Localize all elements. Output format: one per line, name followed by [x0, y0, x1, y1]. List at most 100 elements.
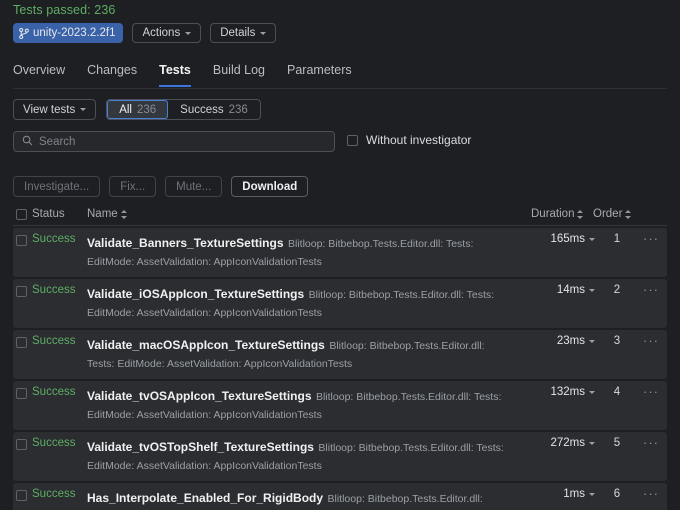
filter-all-count: 236	[137, 104, 156, 116]
filter-success-label: Success	[180, 104, 223, 116]
mute-button[interactable]: Mute...	[165, 176, 222, 197]
row-duration-value: 272ms	[550, 437, 585, 449]
branch-badge[interactable]: unity-2023.2.2f1	[13, 23, 123, 43]
search-icon	[22, 133, 33, 151]
row-order: 3	[609, 335, 625, 347]
column-header-order[interactable]: Order	[593, 208, 632, 220]
status-filter-group: All 236 Success 236	[106, 99, 261, 120]
table-header-divider	[13, 225, 667, 226]
chevron-down-icon	[589, 391, 595, 394]
view-tests-label: View tests	[23, 104, 75, 116]
row-more-menu-icon[interactable]: ···	[643, 385, 659, 399]
build-toolbar: unity-2023.2.2f1 Actions Details	[13, 23, 276, 43]
table-row[interactable]: Success Validate_tvOSAppIcon_TextureSett…	[13, 381, 667, 430]
row-status: Success	[32, 386, 75, 398]
table-row[interactable]: Success Validate_macOSAppIcon_TextureSet…	[13, 330, 667, 379]
actions-label: Actions	[142, 27, 180, 39]
column-header-duration-label: Duration	[531, 208, 574, 220]
row-more-menu-icon[interactable]: ···	[643, 283, 659, 297]
row-name-cell: Validate_macOSAppIcon_TextureSettings Bl…	[87, 336, 507, 372]
row-more-menu-icon[interactable]: ···	[643, 334, 659, 348]
row-checkbox[interactable]	[16, 439, 27, 450]
select-all-header[interactable]	[16, 209, 27, 220]
column-header-name-label: Name	[87, 208, 118, 220]
row-duration-value: 132ms	[550, 386, 585, 398]
row-status: Success	[32, 284, 75, 296]
action-button-row: Investigate... Fix... Mute... Download	[13, 176, 308, 197]
tab-tests[interactable]: Tests	[159, 63, 191, 87]
chevron-down-icon	[589, 340, 595, 343]
chevron-down-icon	[589, 493, 595, 496]
filter-success[interactable]: Success 236	[168, 100, 260, 119]
row-test-name: Validate_iOSAppIcon_TextureSettings	[87, 287, 304, 301]
row-name-cell: Validate_tvOSAppIcon_TextureSettings Bli…	[87, 387, 507, 423]
row-checkbox[interactable]	[16, 490, 27, 501]
row-more-menu-icon[interactable]: ···	[643, 232, 659, 246]
search-box[interactable]	[13, 131, 335, 152]
search-input[interactable]	[39, 136, 326, 148]
tab-parameters[interactable]: Parameters	[287, 63, 352, 87]
details-label: Details	[220, 27, 255, 39]
row-more-menu-icon[interactable]: ···	[643, 436, 659, 450]
select-all-checkbox[interactable]	[16, 209, 27, 220]
sort-icon[interactable]	[577, 209, 584, 220]
filter-success-count: 236	[229, 104, 248, 116]
table-row[interactable]: Success Has_Interpolate_Enabled_For_Rigi…	[13, 483, 667, 510]
row-test-name: Validate_Banners_TextureSettings	[87, 236, 284, 250]
table-row[interactable]: Success Validate_tvOSTopShelf_TextureSet…	[13, 432, 667, 481]
tab-overview[interactable]: Overview	[13, 63, 65, 87]
row-duration[interactable]: 165ms	[550, 233, 595, 245]
row-duration[interactable]: 14ms	[557, 284, 595, 296]
chevron-down-icon	[589, 442, 595, 445]
row-checkbox[interactable]	[16, 388, 27, 399]
without-investigator-checkbox[interactable]	[347, 135, 358, 146]
row-checkbox[interactable]	[16, 235, 27, 246]
row-order: 1	[609, 233, 625, 245]
row-status: Success	[32, 488, 75, 500]
git-branch-icon	[19, 28, 29, 39]
row-order: 2	[609, 284, 625, 296]
row-duration-value: 14ms	[557, 284, 585, 296]
column-header-order-label: Order	[593, 208, 622, 220]
table-row[interactable]: Success Validate_iOSAppIcon_TextureSetti…	[13, 279, 667, 328]
tab-build-log[interactable]: Build Log	[213, 63, 265, 87]
without-investigator-row[interactable]: Without investigator	[347, 133, 471, 147]
row-status: Success	[32, 233, 75, 245]
row-more-menu-icon[interactable]: ···	[643, 487, 659, 501]
row-duration[interactable]: 23ms	[557, 335, 595, 347]
row-test-name: Has_Interpolate_Enabled_For_RigidBody	[87, 491, 323, 505]
details-button[interactable]: Details	[210, 23, 276, 43]
chevron-down-icon	[589, 238, 595, 241]
row-status: Success	[32, 437, 75, 449]
column-header-duration[interactable]: Duration	[531, 208, 584, 220]
sort-icon[interactable]	[121, 209, 128, 220]
table-row[interactable]: Success Validate_Banners_TextureSettings…	[13, 228, 667, 277]
tab-divider	[13, 88, 667, 89]
sort-icon[interactable]	[625, 209, 632, 220]
column-header-name[interactable]: Name	[87, 208, 128, 220]
row-name-cell: Validate_Banners_TextureSettings Blitloo…	[87, 234, 507, 270]
without-investigator-label: Without investigator	[366, 133, 471, 147]
fix-button[interactable]: Fix...	[109, 176, 156, 197]
filter-all[interactable]: All 236	[107, 100, 168, 119]
row-duration[interactable]: 1ms	[563, 488, 595, 500]
row-order: 4	[609, 386, 625, 398]
row-checkbox[interactable]	[16, 337, 27, 348]
row-status: Success	[32, 335, 75, 347]
investigate-button[interactable]: Investigate...	[13, 176, 100, 197]
filter-all-label: All	[119, 104, 132, 116]
tab-changes[interactable]: Changes	[87, 63, 137, 87]
row-checkbox[interactable]	[16, 286, 27, 297]
row-duration[interactable]: 132ms	[550, 386, 595, 398]
test-results-page: Tests passed: 236 unity-2023.2.2f1 Actio…	[0, 0, 680, 510]
row-test-name: Validate_tvOSAppIcon_TextureSettings	[87, 389, 312, 403]
actions-button[interactable]: Actions	[132, 23, 201, 43]
row-duration[interactable]: 272ms	[550, 437, 595, 449]
chevron-down-icon	[185, 32, 191, 35]
row-name-cell: Validate_iOSAppIcon_TextureSettings Blit…	[87, 285, 507, 321]
view-tests-dropdown[interactable]: View tests	[13, 99, 96, 120]
download-button[interactable]: Download	[231, 176, 308, 197]
branch-label: unity-2023.2.2f1	[33, 27, 115, 39]
row-duration-value: 23ms	[557, 335, 585, 347]
row-duration-value: 165ms	[550, 233, 585, 245]
